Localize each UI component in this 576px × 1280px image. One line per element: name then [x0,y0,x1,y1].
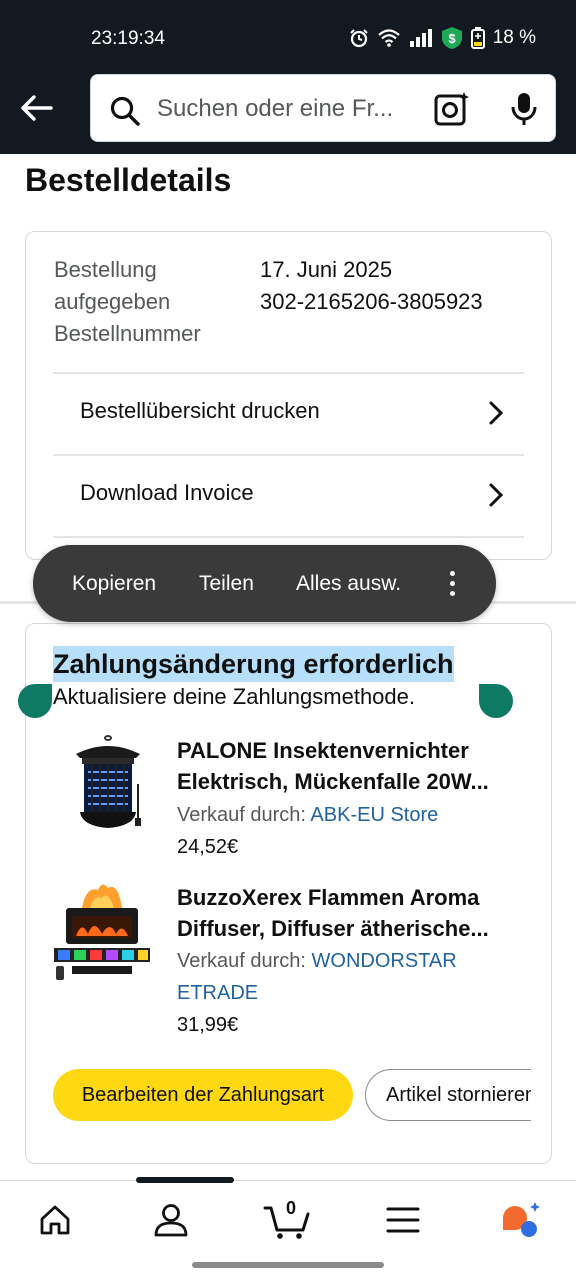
menu-icon [386,1207,420,1233]
text-selection-menu: Kopieren Teilen Alles ausw. [33,545,496,622]
cart-count-badge: 0 [286,1198,297,1218]
print-summary-link[interactable]: Bestellübersicht drucken [53,374,524,454]
seller-link[interactable]: ABK-EU Store [310,804,438,826]
wifi-icon [377,29,400,47]
selection-handle-left[interactable] [18,684,52,718]
ai-assistant-icon [503,1202,540,1237]
nav-ai-assistant[interactable] [496,1195,546,1245]
page-title: Bestelldetails [25,162,232,198]
gesture-bar[interactable] [192,1262,384,1268]
product-title[interactable]: PALONE Insektenvernichter Elektrisch, Mü… [177,735,527,797]
active-tab-indicator [136,1177,234,1183]
more-options-icon[interactable] [443,569,461,599]
order-number-label: Bestellnummer [54,321,201,346]
payment-change-title[interactable]: Zahlungsänderung erforderlich [53,646,454,682]
select-all-menu-item[interactable]: Alles ausw. [296,572,401,596]
order-info-card: Bestellung aufgegeben Bestellnummer 17. … [25,231,552,560]
signal-icon [409,29,432,47]
camera-icon[interactable] [433,90,471,128]
search-icon [110,96,140,126]
order-number: 302-2165206-3805923 [260,289,483,314]
copy-menu-item[interactable]: Kopieren [72,572,156,596]
microphone-icon[interactable] [509,91,539,127]
nav-account[interactable] [146,1195,196,1245]
divider [53,536,524,538]
nav-menu[interactable] [378,1195,428,1245]
product-image-aroma-diffuser[interactable] [52,878,152,982]
app-header [0,60,576,154]
sold-by-label: Verkauf durch: [177,950,306,972]
download-invoice-link[interactable]: Download Invoice [53,456,524,536]
bottom-navigation: 0 [0,1177,576,1256]
cancel-items-button[interactable]: Artikel stornieren [365,1069,531,1121]
product-seller: Verkauf durch: ABK-EU Store [177,799,517,831]
product-title[interactable]: BuzzoXerex Flammen Aroma Diffuser, Diffu… [177,882,527,944]
print-summary-label: Bestellübersicht drucken [80,398,320,423]
product-price: 24,52€ [177,836,239,858]
shield-dollar-icon: $ [441,27,462,49]
alarm-icon [349,29,368,48]
product-price: 31,99€ [177,1014,239,1036]
product-image-insect-killer[interactable] [68,734,148,834]
search-input[interactable] [157,89,413,129]
status-icons: $ 18 % [349,26,536,50]
status-time: 23:19:34 [91,28,165,49]
chevron-right-icon [489,483,504,507]
product-seller: Verkauf durch: WONDORSTAR ETRADE [177,945,517,1009]
edit-payment-method-button[interactable]: Bearbeiten der Zahlungsart [53,1069,353,1121]
back-button[interactable] [14,86,58,130]
battery-icon [470,27,485,49]
home-icon [40,1205,70,1235]
battery-percentage: 18 % [492,27,536,48]
order-date: 17. Juni 2025 [260,257,393,282]
search-bar[interactable] [90,74,556,142]
payment-change-subtitle[interactable]: Aktualisiere deine Zahlungsmethode. [53,684,416,710]
order-placed-label: Bestellung [54,257,157,282]
account-icon [154,1204,188,1237]
sold-by-label: Verkauf durch: [177,804,306,826]
svg-text:$: $ [448,31,456,46]
nav-cart[interactable]: 0 [262,1195,312,1245]
chevron-right-icon [489,401,504,425]
download-invoice-label: Download Invoice [80,480,254,505]
share-menu-item[interactable]: Teilen [199,572,254,596]
selection-handle-right[interactable] [479,684,513,718]
back-arrow-icon [21,95,53,121]
order-placed-label-2: aufgegeben [54,289,171,314]
nav-home[interactable] [30,1195,80,1245]
